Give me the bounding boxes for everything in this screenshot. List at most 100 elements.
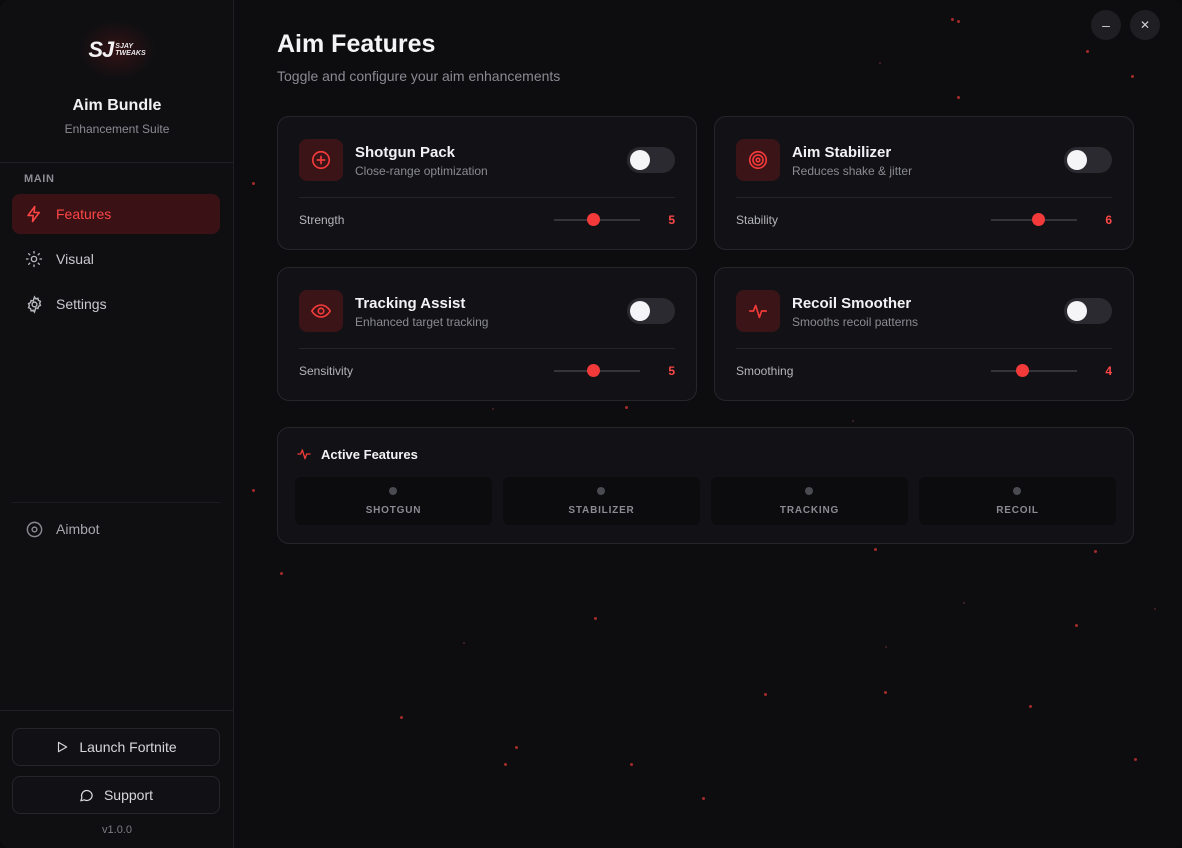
background-particle — [879, 62, 881, 64]
background-particle — [400, 716, 403, 719]
minimize-button[interactable]: – — [1091, 10, 1121, 40]
sidebar: SJ SJAY TWEAKS Aim Bundle Enhancement Su… — [0, 0, 234, 848]
support-button-label: Support — [103, 787, 154, 803]
chat-bubble-icon — [79, 788, 94, 803]
feature-card-aim-stabilizer: Aim Stabilizer Reduces shake & jitter St… — [714, 116, 1134, 250]
sidebar-item-label: Visual — [56, 251, 94, 267]
background-particle — [1131, 75, 1134, 78]
launch-fortnite-button[interactable]: Launch Fortnite — [12, 728, 220, 766]
status-dot — [597, 487, 605, 495]
shotgun-pack-toggle[interactable] — [627, 147, 675, 173]
support-button[interactable]: Support — [12, 776, 220, 814]
page-title: Aim Features — [277, 30, 436, 58]
active-features-title: Active Features — [321, 446, 418, 462]
slider-label: Stability — [736, 213, 779, 227]
sidebar-item-visual[interactable]: Visual — [12, 239, 220, 279]
logo-subtext: SJAY TWEAKS — [115, 43, 145, 57]
gear-icon — [24, 294, 44, 314]
background-particle — [625, 406, 628, 409]
logo-mark: SJ — [88, 37, 114, 62]
feature-description: Close-range optimization — [355, 164, 488, 178]
sidebar-item-settings[interactable]: Settings — [12, 284, 220, 324]
crosshair-icon — [24, 519, 44, 539]
nav-section-label: MAIN — [24, 173, 55, 185]
feature-title: Aim Stabilizer — [792, 144, 892, 161]
plus-circle-icon — [299, 139, 343, 181]
status-dot — [1013, 487, 1021, 495]
active-features-panel: Active Features SHOTGUN STABILIZER TRACK… — [277, 427, 1134, 544]
aim-stabilizer-toggle[interactable] — [1064, 147, 1112, 173]
background-particle — [957, 20, 960, 23]
background-particle — [874, 548, 877, 551]
toggle-knob — [1067, 150, 1087, 170]
main-content: Aim Features Toggle and configure your a… — [234, 0, 1182, 848]
tile-label: TRACKING — [779, 505, 840, 516]
slider-value: 5 — [668, 364, 675, 378]
active-tile-recoil: RECOIL — [919, 477, 1116, 525]
app-window: SJ SJAY TWEAKS Aim Bundle Enhancement Su… — [0, 0, 1182, 848]
background-particle — [280, 572, 283, 575]
background-particle — [594, 617, 597, 620]
card-divider — [299, 197, 675, 198]
feature-description: Enhanced target tracking — [355, 315, 489, 329]
slider-value: 4 — [1105, 364, 1112, 378]
feature-card-recoil-smoother: Recoil Smoother Smooths recoil patterns … — [714, 267, 1134, 401]
eye-icon — [299, 290, 343, 332]
sun-icon — [24, 249, 44, 269]
active-tile-tracking: TRACKING — [711, 477, 908, 525]
background-particle — [852, 420, 854, 422]
launch-button-label: Launch Fortnite — [79, 739, 177, 755]
close-button[interactable]: ✕ — [1130, 10, 1160, 40]
tile-label: RECOIL — [996, 505, 1039, 516]
background-particle — [963, 602, 965, 604]
stability-slider[interactable] — [991, 213, 1077, 226]
toggle-knob — [1067, 301, 1087, 321]
brand-logo: SJ SJAY TWEAKS — [78, 20, 156, 80]
tile-label: STABILIZER — [568, 505, 635, 516]
app-subtitle: Enhancement Suite — [64, 122, 170, 136]
minimize-icon: – — [1102, 17, 1110, 33]
background-particle — [885, 646, 887, 648]
close-icon: ✕ — [1139, 18, 1151, 32]
slider-label: Sensitivity — [299, 364, 354, 378]
logo-sub-line-2: TWEAKS — [115, 50, 146, 57]
card-divider — [299, 348, 675, 349]
active-tile-stabilizer: STABILIZER — [503, 477, 700, 525]
feature-description: Reduces shake & jitter — [792, 164, 913, 178]
play-icon — [55, 740, 69, 754]
strength-slider[interactable] — [554, 213, 640, 226]
sidebar-divider — [0, 710, 233, 711]
slider-value: 6 — [1105, 213, 1112, 227]
background-particle — [951, 18, 954, 21]
background-particle — [1086, 50, 1089, 53]
background-particle — [252, 489, 255, 492]
status-dot — [805, 487, 813, 495]
sidebar-item-label: Features — [56, 206, 112, 222]
slider-thumb[interactable] — [586, 364, 600, 377]
active-features-header: Active Features — [296, 446, 418, 462]
background-particle — [630, 763, 633, 766]
sidebar-item-aimbot[interactable]: Aimbot — [12, 509, 220, 549]
smoothing-slider[interactable] — [991, 364, 1077, 377]
sensitivity-slider[interactable] — [554, 364, 640, 377]
tracking-assist-toggle[interactable] — [627, 298, 675, 324]
background-particle — [492, 408, 494, 410]
slider-thumb[interactable] — [1015, 364, 1029, 377]
background-particle — [1154, 608, 1156, 610]
slider-label: Strength — [299, 213, 345, 227]
target-icon — [736, 139, 780, 181]
background-particle — [463, 642, 465, 644]
app-title: Aim Bundle — [72, 97, 162, 114]
slider-thumb[interactable] — [586, 213, 600, 226]
background-particle — [764, 693, 767, 696]
toggle-knob — [630, 301, 650, 321]
slider-thumb[interactable] — [1032, 213, 1046, 226]
sidebar-item-features[interactable]: Features — [12, 194, 220, 234]
sidebar-item-label: Settings — [56, 296, 107, 312]
recoil-smoother-toggle[interactable] — [1064, 298, 1112, 324]
active-tile-shotgun: SHOTGUN — [295, 477, 492, 525]
background-particle — [1029, 705, 1032, 708]
background-particle — [1094, 550, 1097, 553]
pulse-icon — [296, 446, 312, 462]
logo-sub-line-1: SJAY — [115, 43, 134, 50]
